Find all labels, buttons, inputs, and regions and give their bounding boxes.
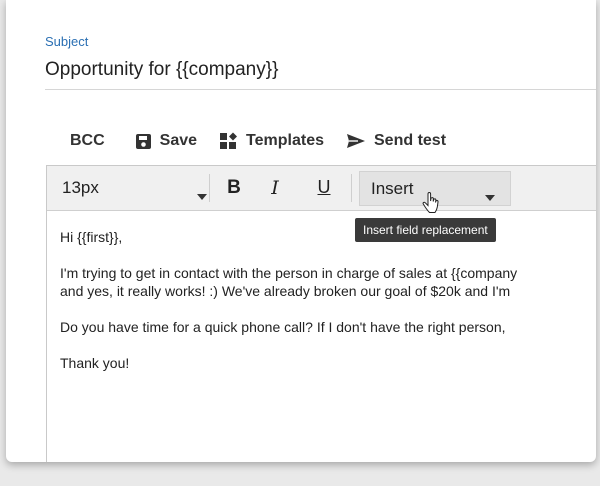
font-size-select[interactable]: 13px: [62, 176, 207, 200]
subject-divider: [45, 89, 596, 90]
hand-cursor-icon: [422, 191, 440, 219]
subject-field[interactable]: Opportunity for {{company}}: [45, 59, 278, 81]
body-paragraph: I'm trying to get in contact with the pe…: [60, 264, 596, 300]
send-test-label: Send test: [374, 132, 447, 149]
toolbar-separator: [209, 174, 210, 202]
italic-button[interactable]: I: [263, 177, 287, 199]
subject-label: Subject: [45, 34, 89, 49]
body-paragraph: Do you have time for a quick phone call?…: [60, 319, 506, 335]
underline-button[interactable]: U: [312, 177, 336, 198]
body-line: I'm trying to get in contact with the pe…: [60, 265, 518, 281]
toolbar-separator: [351, 174, 352, 202]
email-body[interactable]: Hi {{first}}, I'm trying to get in conta…: [60, 228, 596, 390]
bcc-label: BCC: [70, 132, 105, 149]
font-size-value: 13px: [62, 178, 99, 197]
body-greeting: Hi {{first}},: [60, 229, 123, 245]
body-closing: Thank you!: [60, 355, 130, 371]
email-composer: Subject Opportunity for {{company}} BCC …: [6, 0, 596, 462]
save-button[interactable]: Save: [135, 132, 197, 150]
caret-down-icon: [485, 186, 495, 206]
email-editor: 13px B I U Insert Insert field replaceme…: [46, 165, 596, 462]
templates-icon: [219, 132, 238, 150]
send-icon: [346, 133, 366, 149]
caret-down-icon: [197, 185, 207, 205]
templates-label: Templates: [246, 132, 324, 149]
composer-toolbar: BCC Save Templates Send test: [46, 126, 596, 156]
bold-button[interactable]: B: [222, 177, 246, 199]
bcc-button[interactable]: BCC: [70, 132, 105, 150]
templates-button[interactable]: Templates: [219, 132, 324, 150]
body-line: and yes, it really works! :) We've alrea…: [60, 283, 511, 299]
insert-label: Insert: [371, 178, 414, 198]
format-toolbar: 13px B I U Insert: [47, 166, 596, 213]
send-test-button[interactable]: Send test: [346, 132, 446, 150]
save-label: Save: [159, 132, 198, 149]
save-icon: [135, 133, 152, 150]
